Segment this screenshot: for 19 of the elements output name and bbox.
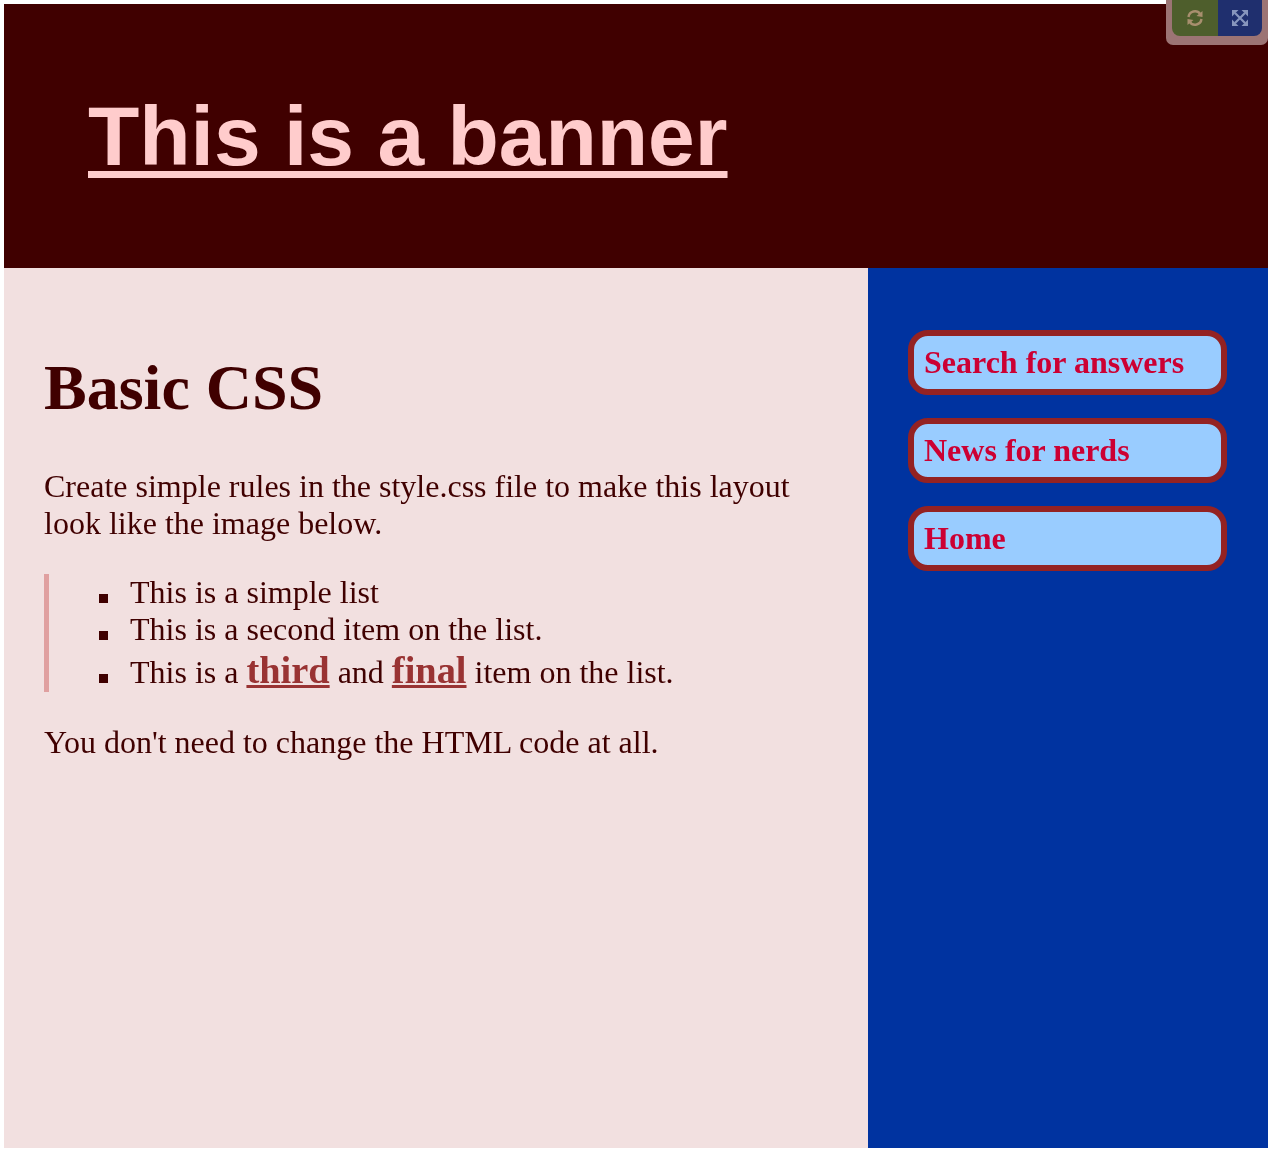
bullet-icon bbox=[99, 594, 108, 603]
expand-button[interactable] bbox=[1218, 0, 1262, 36]
list-item-text: This is a second item on the list. bbox=[130, 611, 543, 648]
nav-link[interactable]: Search for answers bbox=[908, 330, 1227, 395]
banner-title-link[interactable]: This is a banner bbox=[88, 88, 728, 185]
bullet-icon bbox=[99, 631, 108, 640]
bullet-icon bbox=[99, 674, 108, 683]
text-link[interactable]: third bbox=[246, 649, 330, 691]
closing-paragraph: You don't need to change the HTML code at all. bbox=[44, 724, 660, 761]
page-heading: Basic CSS bbox=[44, 351, 325, 425]
refresh-icon bbox=[1185, 8, 1205, 28]
list-item-text: This is a third and final item on the list. bbox=[130, 648, 674, 692]
refresh-button[interactable] bbox=[1172, 0, 1218, 36]
expand-arrows-icon bbox=[1232, 10, 1248, 26]
list-item-text: This is a simple list bbox=[130, 574, 379, 611]
intro-paragraph: Create simple rules in the style.css file to make this layout look like the image below. bbox=[44, 468, 791, 542]
nav-link[interactable]: News for nerds bbox=[908, 418, 1227, 483]
nav-link[interactable]: Home bbox=[908, 506, 1227, 571]
text-link[interactable]: final bbox=[391, 649, 467, 691]
